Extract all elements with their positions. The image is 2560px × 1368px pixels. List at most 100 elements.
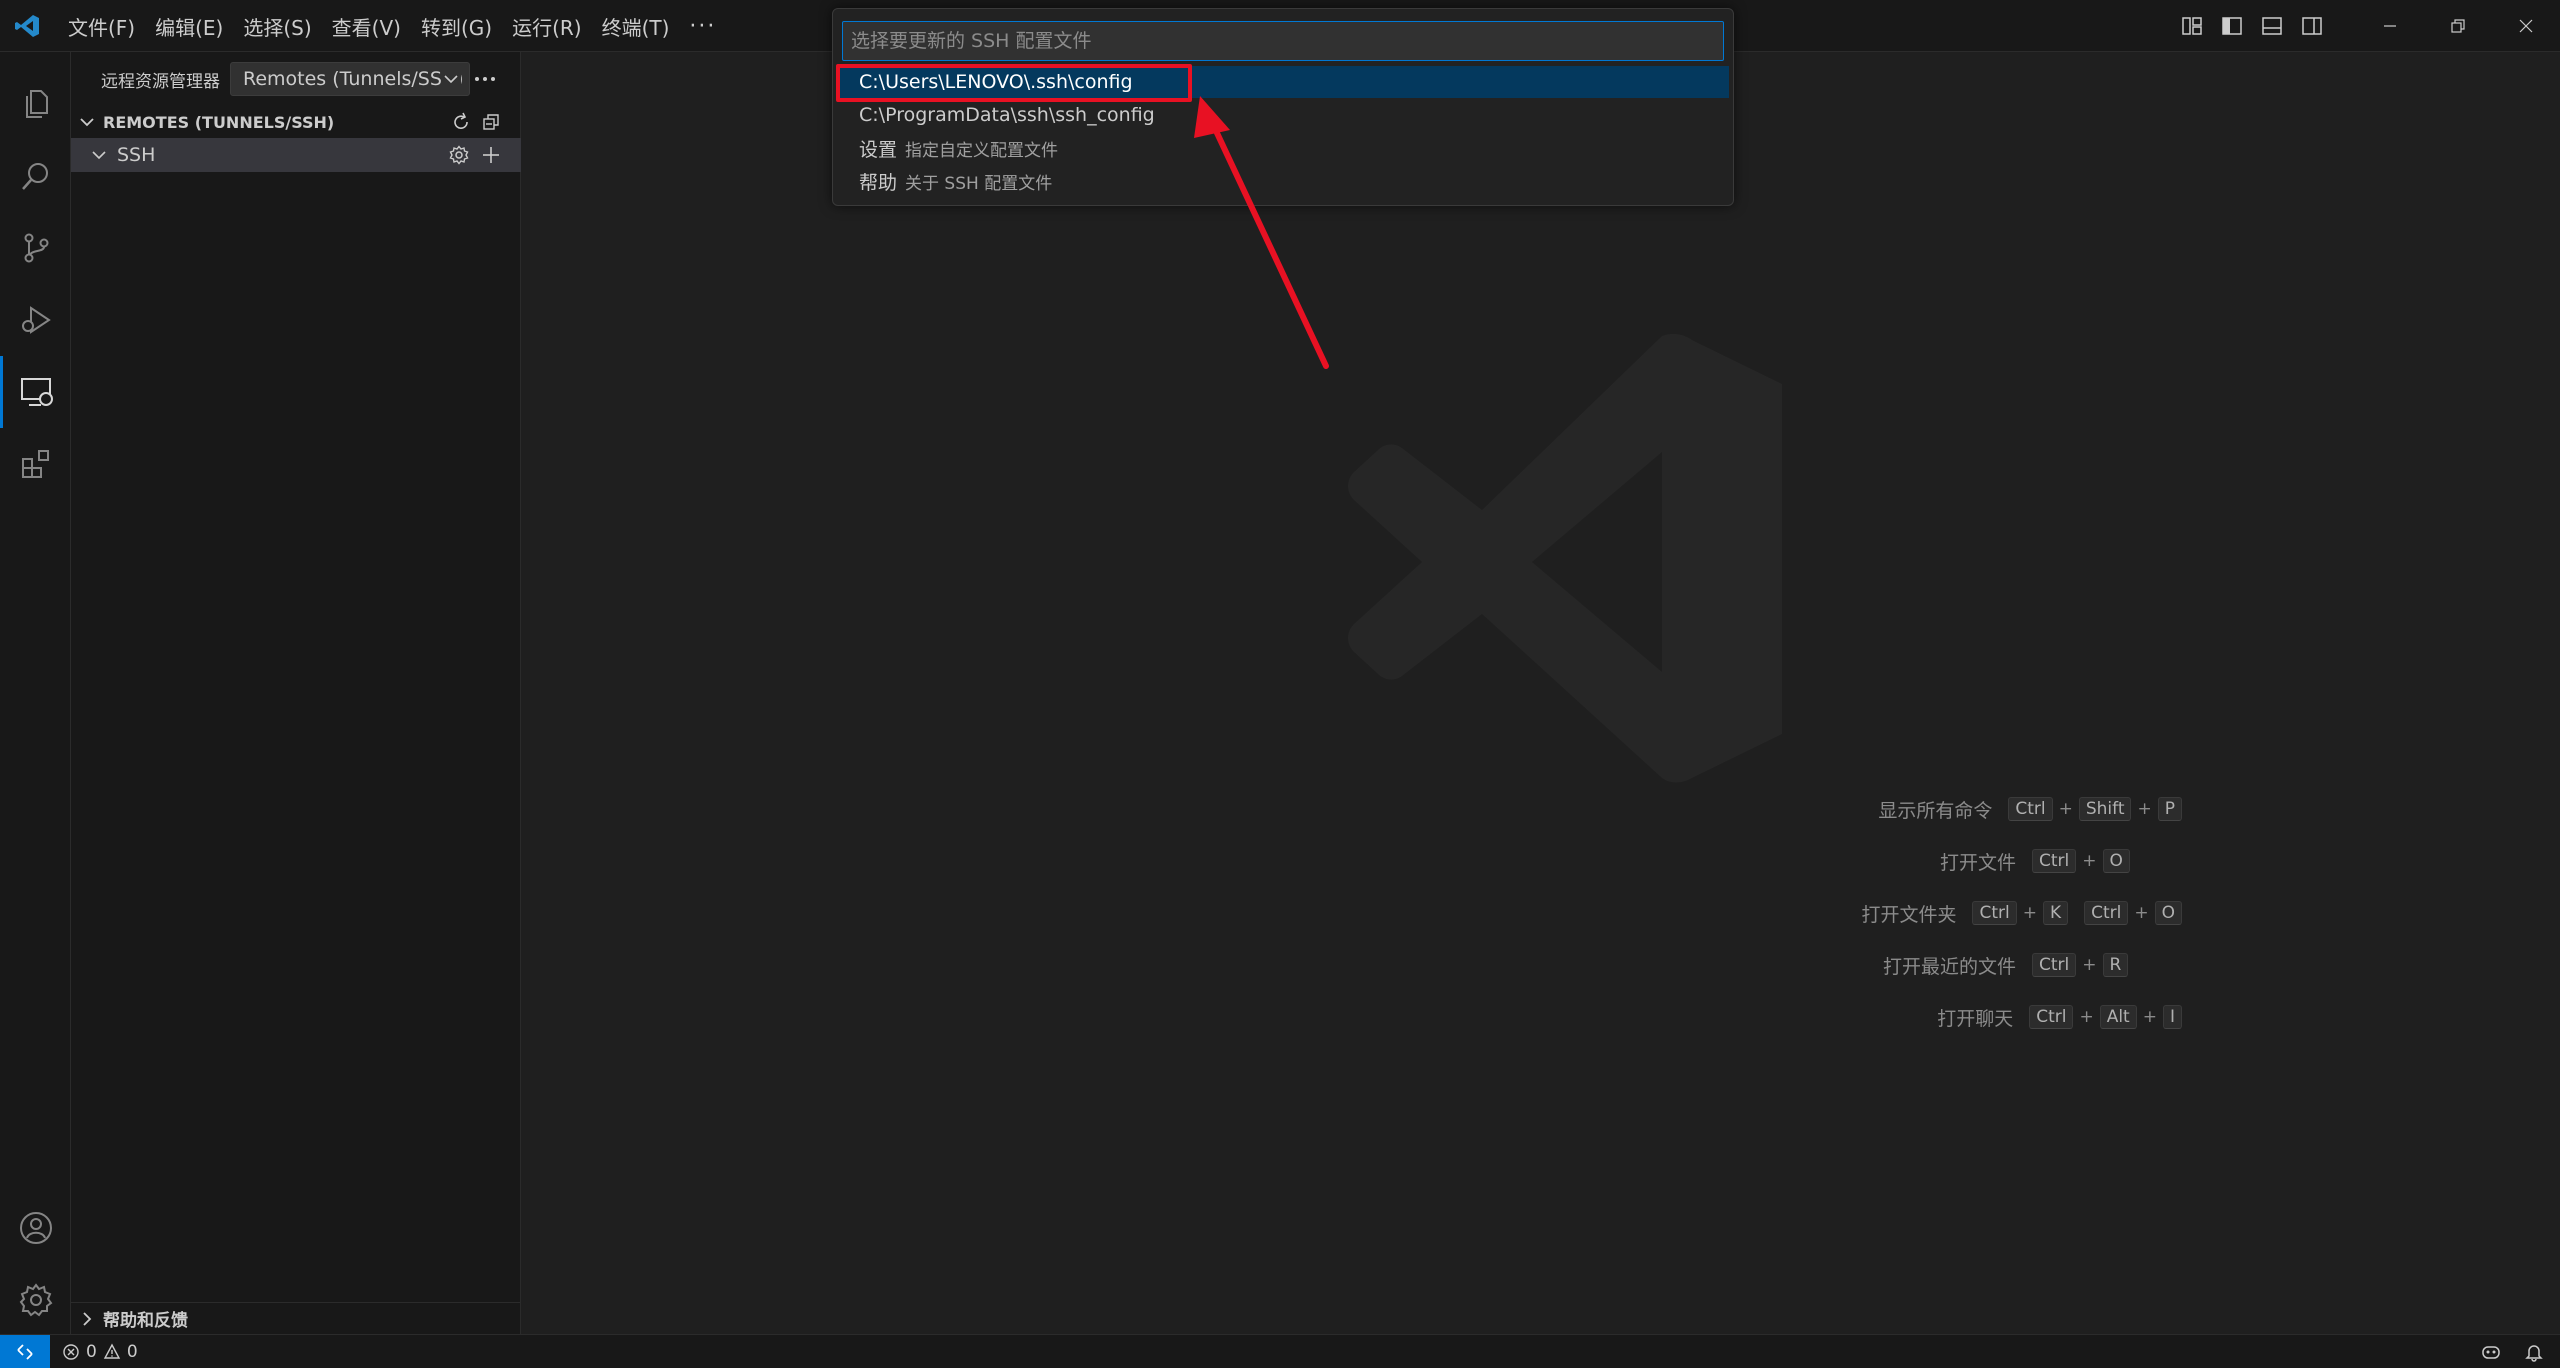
chevron-down-icon [80,118,94,127]
help-feedback-section-header[interactable]: 帮助和反馈 [71,1302,521,1334]
shortcut-keys: Ctrl + K Ctrl + O [1972,901,2182,925]
quick-pick-item-description: 指定自定义配置文件 [905,140,1059,161]
shortcut-label: 显示所有命令 [1878,799,1993,822]
sidebar-title: 远程资源管理器 [101,71,220,92]
add-icon[interactable] [481,145,501,165]
remotes-section-header[interactable]: REMOTES (TUNNELS/SSH) [71,106,521,138]
quick-pick-input[interactable] [842,21,1724,61]
remote-type-select[interactable]: Remotes (Tunnels/SSH) [230,62,470,96]
source-control-icon[interactable] [0,212,71,284]
remote-indicator-button[interactable] [0,1335,50,1368]
menu-run[interactable]: 运行(R) [502,12,592,41]
sidebar-more-actions-button[interactable] [471,68,499,90]
quick-pick-item-description: 关于 SSH 配置文件 [905,173,1053,194]
remotes-section-actions [451,112,501,132]
problems-status[interactable]: 0 0 [62,1335,138,1368]
refresh-icon[interactable] [451,112,471,132]
search-icon[interactable] [0,140,71,212]
copilot-icon[interactable] [2480,1342,2502,1362]
quick-pick-item-label: C:\Users\LENOVO\.ssh\config [859,71,1133,93]
minimize-button[interactable] [2356,0,2424,52]
sidebar-header: 远程资源管理器 Remotes (Tunnels/SSH) [71,52,521,106]
quick-pick-item-label: 帮助 [859,171,898,194]
remote-icon [17,1344,33,1360]
shortcut-label: 打开文件夹 [1861,903,1957,926]
quick-pick-item-help[interactable]: 帮助 关于 SSH 配置文件 [839,165,1729,197]
shortcut-label: 打开聊天 [1937,1007,2014,1030]
customize-layout-icon[interactable] [2172,0,2212,52]
key-cap: P [2157,797,2182,821]
quick-pick-item-label: C:\ProgramData\ssh\ssh_config [859,104,1155,126]
remote-explorer-icon[interactable] [0,356,71,428]
toggle-panel-icon[interactable] [2252,0,2292,52]
remote-type-select-value: Remotes (Tunnels/SSH) [243,68,464,90]
toggle-secondary-sidebar-icon[interactable] [2292,0,2332,52]
key-cap: Ctrl [2029,1005,2074,1029]
key-cap: Ctrl [2032,953,2077,977]
key-cap: Shift [2078,797,2132,821]
shortcut-label: 打开文件 [1939,851,2016,874]
quick-pick-widget: C:\Users\LENOVO\.ssh\config C:\ProgramDa… [832,8,1734,206]
key-cap: Ctrl [2032,849,2077,873]
key-cap: Ctrl [2084,901,2129,925]
ssh-tree-label: SSH [117,144,156,166]
remotes-section-title: REMOTES (TUNNELS/SSH) [103,112,335,132]
menu-more-button[interactable]: ··· [679,14,726,39]
remote-explorer-sidebar: 远程资源管理器 Remotes (Tunnels/SSH) REMOTES (T… [71,52,521,1334]
shortcut-keys: Ctrl + Alt + I [2029,1005,2182,1029]
run-debug-icon[interactable] [0,284,71,356]
key-cap: Ctrl [2008,797,2053,821]
quick-pick-item-settings[interactable]: 设置 指定自定义配置文件 [839,132,1729,164]
help-feedback-title: 帮助和反馈 [103,1311,188,1331]
quick-pick-item-user-config[interactable]: C:\Users\LENOVO\.ssh\config [839,66,1729,98]
key-cap: O [2102,849,2130,873]
shortcut-keys: Ctrl + Shift + P [2008,797,2182,821]
chevron-right-icon [83,1311,92,1326]
explorer-icon[interactable] [0,68,71,140]
extensions-icon[interactable] [0,428,71,500]
shortcut-label: 打开最近的文件 [1882,955,2016,978]
editor-area: 显示所有命令 Ctrl + Shift + P 打开文件 Ctrl + O 打开文件夹 Ct… [522,52,2560,1334]
restore-button[interactable] [2424,0,2492,52]
quick-pick-item-system-config[interactable]: C:\ProgramData\ssh\ssh_config [839,99,1729,131]
vscode-watermark-logo [1348,334,1782,783]
shortcut-row[interactable]: 显示所有命令 Ctrl + Shift + P [1282,789,2182,829]
notifications-bell-icon[interactable] [2524,1342,2544,1362]
ssh-item-actions [449,145,501,165]
shortcut-row[interactable]: 打开文件夹 Ctrl + K Ctrl + O [1282,893,2182,933]
activity-bar [0,52,71,1334]
menu-view[interactable]: 查看(V) [322,12,411,41]
key-cap: I [2162,1005,2182,1029]
menu-go[interactable]: 转到(G) [411,12,502,41]
title-bar-controls [2172,0,2560,52]
menu-edit[interactable]: 编辑(E) [145,12,233,41]
menu-terminal[interactable]: 终端(T) [592,12,680,41]
gear-icon[interactable] [449,145,469,165]
key-cap: R [2102,953,2129,977]
key-cap: Ctrl [1972,901,2017,925]
shortcut-row[interactable]: 打开文件 Ctrl + O [1282,841,2182,881]
close-window-button[interactable] [2492,0,2560,52]
manage-gear-icon[interactable] [0,1264,71,1336]
ssh-tree-item[interactable]: SSH [71,138,521,172]
menu-bar: 文件(F) 编辑(E) 选择(S) 查看(V) 转到(G) 运行(R) 终端(T… [58,0,726,52]
shortcut-row[interactable]: 打开最近的文件 Ctrl + R [1282,945,2182,985]
key-cap: Alt [2099,1005,2137,1029]
quick-pick-item-label: 设置 [859,138,898,161]
chevron-down-icon [92,151,106,160]
warning-count: 0 [126,1342,138,1362]
warning-icon [103,1343,121,1359]
shortcut-keys: Ctrl + O [2032,849,2130,873]
menu-selection[interactable]: 选择(S) [233,12,321,41]
shortcut-row[interactable]: 打开聊天 Ctrl + Alt + I [1282,997,2182,1037]
account-icon[interactable] [0,1192,71,1264]
error-icon [63,1344,79,1360]
status-right-items [2480,1335,2544,1368]
shortcut-keys: Ctrl + R [2032,953,2129,977]
key-cap: K [2042,901,2069,925]
chevron-down-icon [441,69,461,89]
toggle-primary-sidebar-icon[interactable] [2212,0,2252,52]
error-count: 0 [86,1342,97,1362]
menu-file[interactable]: 文件(F) [58,12,145,41]
collapse-all-icon[interactable] [481,112,501,132]
